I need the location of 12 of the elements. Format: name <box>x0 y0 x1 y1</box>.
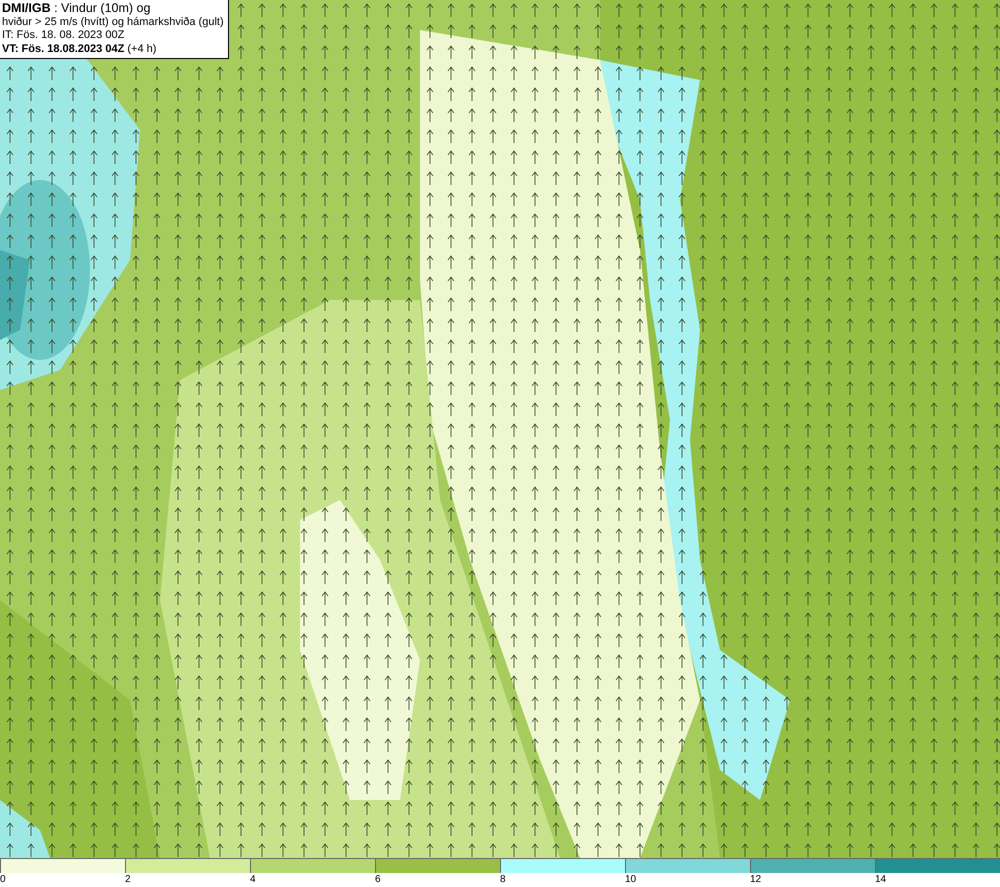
legend-label: 14 <box>875 873 886 886</box>
legend-label: 6 <box>375 873 381 886</box>
title-text: DMI/IGB : Vindur (10m) og <box>2 2 152 16</box>
legend-label: 2 <box>125 873 131 886</box>
legend-label: 0 <box>0 873 6 886</box>
legend-label: 8 <box>500 873 506 886</box>
title-text: hviður > 25 m/s (hvítt) og hámarkshviða (gult) <box>2 16 224 29</box>
title-text: VT: Fös. 18.08.2023 04Z (+4 h) <box>2 42 158 56</box>
title-text: IT: Fös. 18. 08. 2023 00Z <box>2 29 126 42</box>
legend-label: 12 <box>750 873 762 886</box>
legend-label: 4 <box>250 873 256 886</box>
legend-label: 10 <box>625 873 636 886</box>
